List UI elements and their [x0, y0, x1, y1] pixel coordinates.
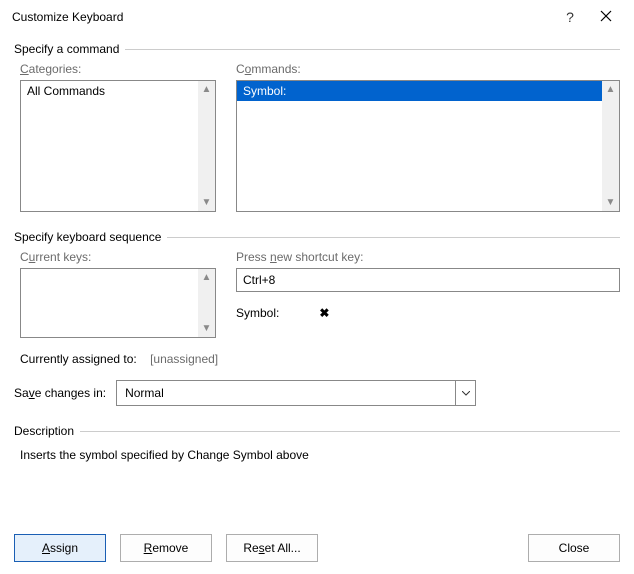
current-keys-label: Current keys: — [20, 250, 216, 264]
current-keys-listbox[interactable]: ▲ ▼ — [20, 268, 216, 338]
symbol-glyph-icon: ✖ — [319, 306, 329, 320]
categories-label: Categories: — [20, 62, 216, 76]
dialog-title: Customize Keyboard — [12, 10, 123, 24]
chevron-down-icon[interactable] — [455, 381, 475, 405]
description-text: Inserts the symbol specified by Change S… — [14, 448, 620, 462]
commands-label: Commands: — [236, 62, 620, 76]
scrollbar[interactable]: ▲ ▼ — [602, 81, 619, 211]
save-changes-value: Normal — [117, 386, 455, 400]
list-item[interactable]: Symbol: — [237, 81, 602, 101]
scroll-up-icon[interactable]: ▲ — [198, 269, 215, 286]
description-label: Description — [14, 424, 80, 438]
scroll-down-icon[interactable]: ▼ — [602, 194, 619, 211]
assign-button[interactable]: Assign — [14, 534, 106, 562]
close-button[interactable]: Close — [528, 534, 620, 562]
scrollbar[interactable]: ▲ ▼ — [198, 81, 215, 211]
specify-command-label: Specify a command — [14, 42, 125, 56]
commands-listbox[interactable]: Symbol: ▲ ▼ — [236, 80, 620, 212]
save-changes-label: Save changes in: — [14, 386, 106, 400]
help-button[interactable]: ? — [552, 9, 588, 25]
specify-sequence-label: Specify keyboard sequence — [14, 230, 167, 244]
save-changes-combo[interactable]: Normal — [116, 380, 476, 406]
currently-assigned-label: Currently assigned to: — [20, 352, 137, 366]
symbol-label: Symbol: — [236, 306, 279, 320]
close-icon[interactable] — [588, 9, 624, 25]
scrollbar[interactable]: ▲ ▼ — [198, 269, 215, 337]
categories-listbox[interactable]: All Commands ▲ ▼ — [20, 80, 216, 212]
list-item[interactable]: All Commands — [21, 81, 198, 101]
scroll-up-icon[interactable]: ▲ — [602, 81, 619, 98]
remove-button[interactable]: Remove — [120, 534, 212, 562]
currently-assigned-value: [unassigned] — [150, 352, 218, 366]
reset-all-button[interactable]: Reset All... — [226, 534, 318, 562]
scroll-down-icon[interactable]: ▼ — [198, 194, 215, 211]
new-shortcut-input[interactable] — [236, 268, 620, 292]
scroll-up-icon[interactable]: ▲ — [198, 81, 215, 98]
scroll-down-icon[interactable]: ▼ — [198, 320, 215, 337]
new-shortcut-label: Press new shortcut key: — [236, 250, 620, 264]
